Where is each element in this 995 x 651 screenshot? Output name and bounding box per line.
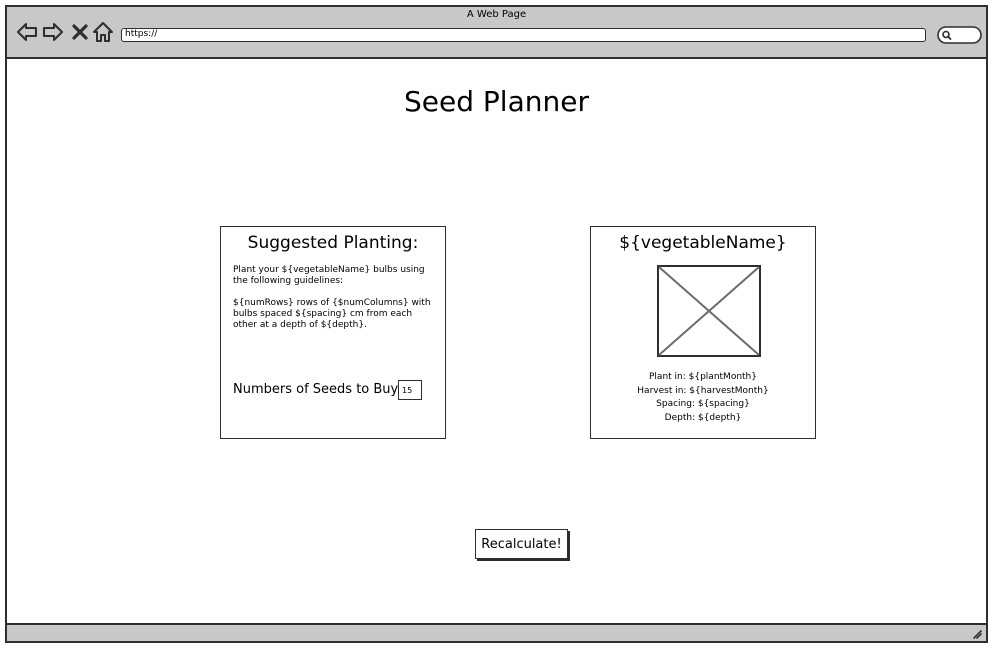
planting-layout-text: ${numRows} rows of {$numColumns} with bu… (233, 298, 431, 330)
address-bar[interactable]: https:// (121, 28, 926, 42)
page-title: Seed Planner (404, 85, 589, 118)
search-icon[interactable] (937, 26, 982, 44)
browser-window: A Web Page https:// Seed Planner Suggest… (5, 5, 988, 643)
suggested-planting-card: Suggested Planting: Plant your ${vegetab… (220, 226, 446, 439)
seeds-to-buy-input[interactable] (398, 380, 422, 400)
resize-grip-icon[interactable] (972, 629, 982, 639)
seeds-to-buy-label: Numbers of Seeds to Buy: (233, 382, 402, 397)
back-arrow-icon[interactable] (16, 21, 38, 43)
planting-guidelines: Plant your ${vegetableName} bulbs using … (233, 265, 438, 342)
browser-toolbar: A Web Page https:// (7, 7, 986, 59)
seeds-to-buy-row: Numbers of Seeds to Buy: (233, 380, 438, 400)
vegetable-name-heading: ${vegetableName} (619, 233, 787, 253)
spacing-text: Spacing: ${spacing} (656, 399, 750, 409)
close-icon[interactable] (69, 21, 91, 43)
window-title: A Web Page (466, 9, 527, 20)
depth-text: Depth: ${depth} (664, 412, 742, 423)
status-bar (7, 623, 986, 641)
vegetable-card: ${vegetableName} Plant in: ${plantMonth}… (590, 226, 816, 439)
vegetable-details: Plant in: ${plantMonth} Harvest in: ${ha… (591, 371, 815, 425)
forward-arrow-icon[interactable] (42, 21, 64, 43)
recalculate-button[interactable]: Recalculate! (475, 529, 568, 559)
harvest-month-text: Harvest in: ${harvestMonth} (637, 385, 769, 396)
planting-intro-text: Plant your ${vegetableName} bulbs using … (233, 265, 425, 286)
home-icon[interactable] (92, 21, 114, 43)
plant-month-text: Plant in: ${plantMonth} (649, 372, 757, 382)
image-placeholder-icon (657, 265, 761, 357)
suggested-planting-heading: Suggested Planting: (247, 233, 419, 253)
